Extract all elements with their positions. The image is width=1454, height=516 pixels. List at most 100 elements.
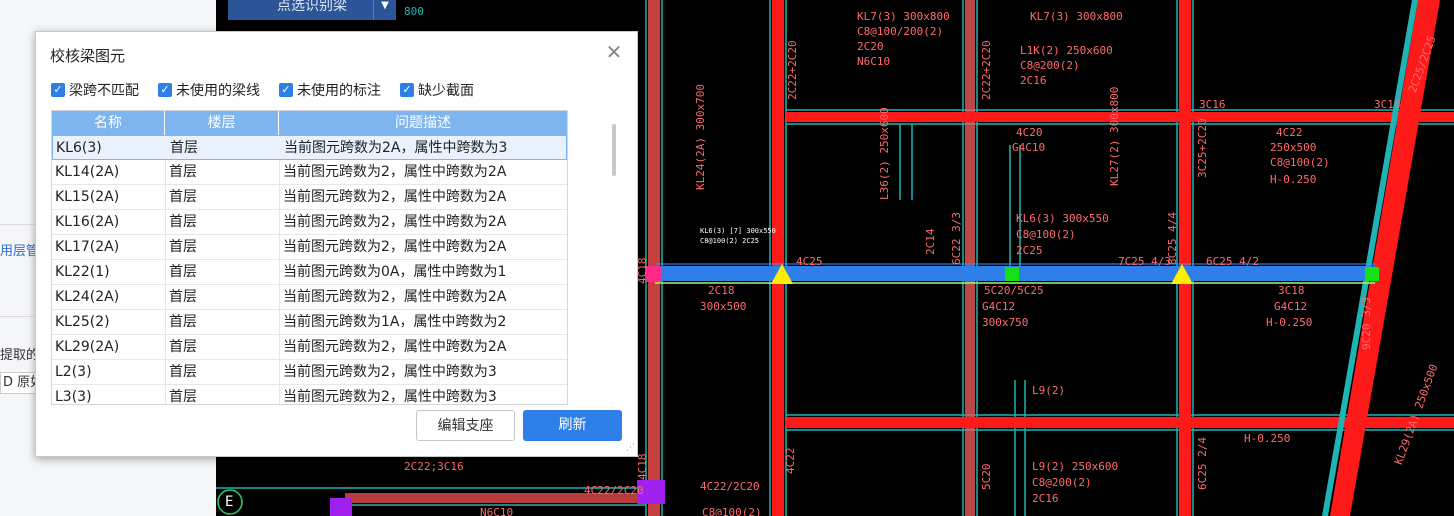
cad-label-vertical: 2C22+2C20 (786, 40, 799, 100)
cad-label: 2C25 (1016, 244, 1043, 257)
cell-name: KL6(3) (56, 140, 102, 156)
checkbox-unused-beam-lines[interactable]: ✓ 未使用的梁线 (158, 81, 260, 99)
cad-label: 300x750 (982, 316, 1029, 329)
cell-floor: 首层 (169, 239, 197, 255)
cad-label: H-0.250 (1270, 173, 1317, 186)
checkbox-label: 缺少截面 (418, 83, 474, 99)
cad-label: C8@100(2) (702, 506, 762, 516)
cad-label-vertical: KL27(2) 300x800 (1108, 86, 1121, 186)
table-row[interactable]: KL29(2A) 首层 当前图元跨数为2，属性中跨数为2A (52, 335, 567, 360)
table-row[interactable]: L2(3) 首层 当前图元跨数为2，属性中跨数为3 (52, 360, 567, 385)
cad-label: 2C16 (1032, 492, 1059, 505)
cell-floor: 首层 (169, 164, 197, 180)
cad-label: C8@100(2) (1270, 156, 1330, 169)
table-row[interactable]: KL15(2A) 首层 当前图元跨数为2，属性中跨数为2A (52, 185, 567, 210)
extract-fragment: 提取的 (0, 348, 40, 363)
cell-name: KL25(2) (55, 314, 110, 330)
edit-support-button[interactable]: 编辑支座 (416, 410, 515, 441)
table-row[interactable]: KL14(2A) 首层 当前图元跨数为2，属性中跨数为2A (52, 160, 567, 185)
cad-label: L1K(2) 250x600 (1020, 44, 1113, 57)
cad-label: 7C25 4/3 (1118, 255, 1171, 268)
cad-label: N6C10 (857, 55, 891, 68)
cell-floor: 首层 (169, 389, 197, 405)
table-row[interactable]: KL6(3) 首层 当前图元跨数为2A，属性中跨数为3 (52, 135, 567, 160)
cad-label: 300x500 (700, 300, 747, 313)
cad-label: C8@200(2) (1020, 59, 1080, 72)
cad-label: 3C18 (1278, 284, 1305, 297)
table-row[interactable]: L3(3) 首层 当前图元跨数为2，属性中跨数为3 (52, 385, 567, 405)
table-row[interactable]: KL22(1) 首层 当前图元跨数为0A，属性中跨数为1 (52, 260, 567, 285)
cad-label: C8@200(2) (1032, 476, 1092, 489)
cell-description: 当前图元跨数为2A，属性中跨数为3 (284, 140, 508, 156)
cad-label: H-0.250 (1244, 432, 1291, 445)
column-header-name[interactable]: 名称 (52, 111, 165, 135)
checkbox-checked-icon[interactable]: ✓ (279, 83, 293, 97)
original-fragment-field[interactable]: D 原如 (0, 372, 38, 394)
cad-label: KL7(3) 300x800 (857, 10, 950, 23)
checkbox-checked-icon[interactable]: ✓ (400, 83, 414, 97)
cell-description: 当前图元跨数为2，属性中跨数为2A (283, 289, 507, 305)
cad-label-vertical: 4C22 (784, 447, 797, 475)
cell-name: KL14(2A) (55, 164, 120, 180)
chevron-down-icon[interactable]: ▼ (373, 0, 396, 20)
table-row[interactable]: KL24(2A) 首层 当前图元跨数为2，属性中跨数为2A (52, 285, 567, 310)
cad-label-vertical: 2C25/2C25 (1406, 33, 1439, 95)
cell-name: KL16(2A) (55, 214, 120, 230)
checkbox-unused-annotations[interactable]: ✓ 未使用的标注 (279, 81, 381, 99)
checkbox-label: 未使用的梁线 (176, 83, 260, 99)
cell-floor: 首层 (170, 140, 198, 156)
check-beam-dialog: 校核梁图元 ✕ ✓ 梁跨不匹配 ✓ 未使用的梁线 ✓ 未使用的标注 ✓ 缺少截面… (35, 31, 638, 457)
cell-description: 当前图元跨数为0A，属性中跨数为1 (283, 264, 507, 280)
cad-label: C8@100/200(2) (857, 25, 944, 38)
cad-label: 4C20 (1016, 126, 1043, 139)
resize-grip-icon[interactable]: ⋰ (626, 443, 635, 453)
cell-name: KL15(2A) (55, 189, 120, 205)
point-select-recognize-beam-button[interactable]: 点选识别梁 ▼ (228, 0, 396, 20)
cad-label: 4C22/2C20 (584, 484, 644, 497)
cad-label: 2C22;3C16 (404, 460, 464, 473)
cad-label-vertical: 2C14 (924, 228, 937, 256)
cad-label: 6C25 4/2 (1206, 255, 1259, 268)
cad-label-vertical: 3C25+2C20 (1196, 118, 1209, 178)
cad-label: G4C12 (982, 300, 1016, 313)
cad-label-vertical: 4C18 (636, 453, 649, 481)
cad-label-vertical: 5C20 (980, 463, 993, 491)
cell-floor: 首层 (169, 214, 197, 230)
refresh-button[interactable]: 刷新 (523, 410, 622, 441)
cell-floor: 首层 (169, 339, 197, 355)
axis-label: E (225, 494, 234, 510)
cad-label: 3C16 (1374, 98, 1401, 111)
cell-floor: 首层 (169, 364, 197, 380)
dialog-title: 校核梁图元 (50, 47, 126, 65)
cad-label: 4C25 (796, 255, 823, 268)
cad-label-vertical: 2C22+2C20 (980, 40, 993, 100)
cad-label: L9(2) (1032, 384, 1066, 397)
table-row[interactable]: KL16(2A) 首层 当前图元跨数为2，属性中跨数为2A (52, 210, 567, 235)
cad-label-vertical: 6C22 3/3 (950, 212, 963, 265)
table-scrollbar[interactable] (612, 124, 616, 176)
checkbox-span-mismatch[interactable]: ✓ 梁跨不匹配 (51, 81, 139, 99)
checkbox-missing-section[interactable]: ✓ 缺少截面 (400, 81, 474, 99)
cell-description: 当前图元跨数为2，属性中跨数为2A (283, 339, 507, 355)
close-icon[interactable]: ✕ (602, 40, 626, 64)
column-header-floor[interactable]: 楼层 (165, 111, 279, 135)
cell-name: KL17(2A) (55, 239, 120, 255)
checkbox-checked-icon[interactable]: ✓ (158, 83, 172, 97)
cad-label: H-0.250 (1266, 316, 1313, 329)
cad-label-vertical: 9C20 3/3 (1360, 297, 1373, 350)
cad-label: C8@100(2) 2C25 (700, 237, 760, 245)
issues-table: 名称 楼层 问题描述 KL6(3) 首层 当前图元跨数为2A，属性中跨数为3 K… (51, 110, 568, 405)
cad-label: 2C18 (708, 284, 735, 297)
column-header-description[interactable]: 问题描述 (279, 111, 567, 135)
cad-label: N6C10 (480, 506, 514, 516)
cad-label-vertical: KL29(2A) 250x500 (1392, 362, 1441, 467)
cell-description: 当前图元跨数为2，属性中跨数为2A (283, 214, 507, 230)
cad-label: G4C10 (1012, 141, 1046, 154)
checkbox-checked-icon[interactable]: ✓ (51, 83, 65, 97)
cell-description: 当前图元跨数为2，属性中跨数为2A (283, 239, 507, 255)
layer-management-fragment[interactable]: 用层管 (0, 240, 39, 259)
cad-label: L9(2) 250x600 (1032, 460, 1119, 473)
cad-label-vertical: L36(2) 250x600 (878, 107, 891, 200)
table-row[interactable]: KL25(2) 首层 当前图元跨数为1A，属性中跨数为2 (52, 310, 567, 335)
table-row[interactable]: KL17(2A) 首层 当前图元跨数为2，属性中跨数为2A (52, 235, 567, 260)
